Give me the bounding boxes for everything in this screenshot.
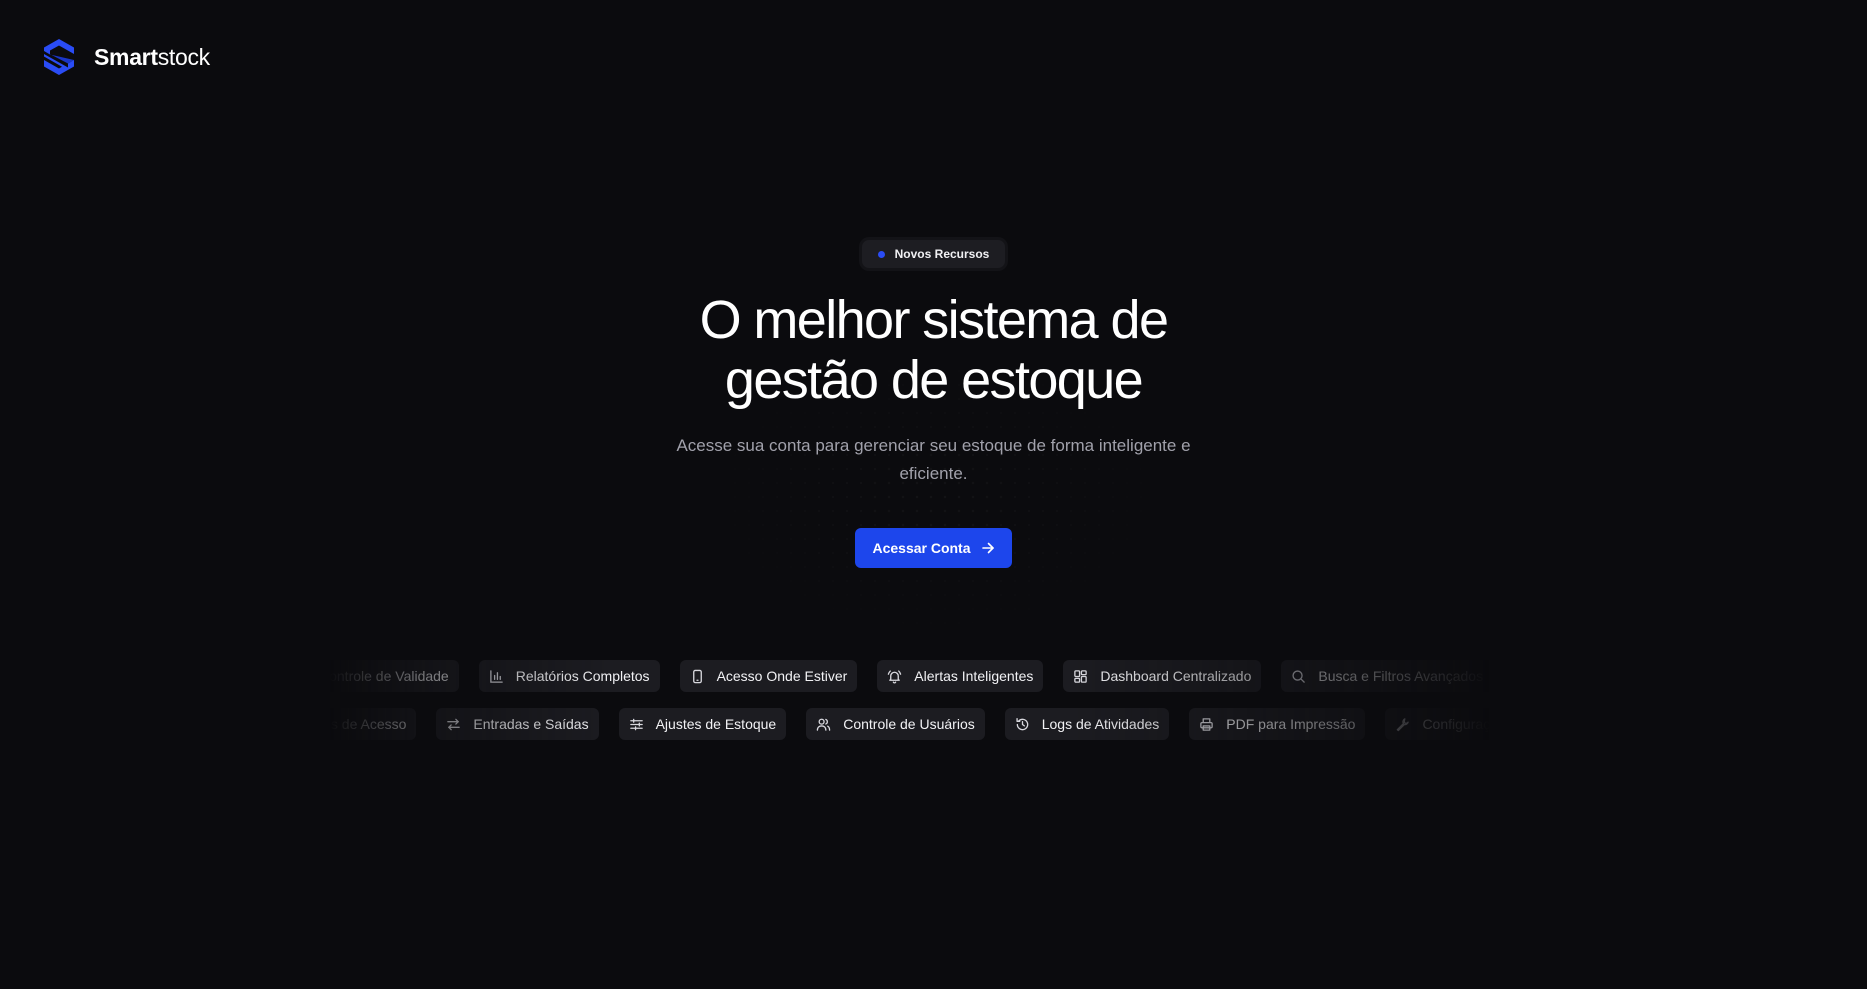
hero-subtitle: Acesse sua conta para gerenciar seu esto… [676, 436, 1191, 483]
arrow-right-icon [981, 541, 995, 555]
features-track-2: Níveis de Acesso Entradas e Saídas Ajust… [330, 708, 1490, 740]
brand-name-strong: Smart [94, 43, 158, 70]
smartphone-icon [690, 669, 705, 684]
hero-headline: O melhor sistema de gestão de estoque [584, 290, 1284, 410]
feature-label: Controle de Validade [330, 668, 449, 684]
feature-label: Níveis de Acesso [330, 716, 407, 732]
cta-label: Acessar Conta [872, 540, 971, 556]
access-account-button[interactable]: Acessar Conta [855, 528, 1012, 568]
hero-section: Novos Recursos O melhor sistema de gestã… [0, 240, 1867, 568]
features-track-1: Controle de Validade Relatórios Completo… [330, 660, 1490, 692]
headline-line-1: O melhor sistema de [699, 290, 1169, 350]
feature-label: Configurações [1422, 716, 1490, 732]
dashboard-icon [1073, 669, 1088, 684]
badge-dot-icon [877, 250, 885, 258]
feature-chip-acesso[interactable]: Acesso Onde Estiver [679, 660, 858, 692]
feature-label: Ajustes de Estoque [655, 716, 777, 732]
smartstock-s-logo-icon [40, 38, 78, 76]
feature-label: Relatórios Completos [515, 668, 650, 684]
feature-chip-alertas[interactable]: Alertas Inteligentes [877, 660, 1044, 692]
feature-chip-logs[interactable]: Logs de Atividades [1004, 708, 1170, 740]
feature-label: Controle de Usuários [843, 716, 975, 732]
feature-chip-configuracoes[interactable]: Configurações [1385, 708, 1490, 740]
features-marquee-row-1: Controle de Validade Relatórios Completo… [330, 660, 1490, 694]
feature-label: Logs de Atividades [1041, 716, 1160, 732]
feature-label: PDF para Impressão [1226, 716, 1356, 732]
feature-chip-relatorios[interactable]: Relatórios Completos [478, 660, 660, 692]
feature-chip-validade[interactable]: Controle de Validade [330, 660, 459, 692]
feature-chip-entradas[interactable]: Entradas e Saídas [436, 708, 599, 740]
printer-icon [1199, 717, 1214, 732]
history-icon [1015, 717, 1030, 732]
feature-chip-ajustes[interactable]: Ajustes de Estoque [618, 708, 787, 740]
users-icon [816, 717, 831, 732]
bar-chart-icon [489, 669, 504, 684]
feature-chip-busca[interactable]: Busca e Filtros Avançados [1281, 660, 1490, 692]
bell-icon [887, 669, 902, 684]
new-features-badge: Novos Recursos [861, 240, 1006, 268]
feature-label: Entradas e Saídas [473, 716, 589, 732]
feature-chip-pdf[interactable]: PDF para Impressão [1189, 708, 1366, 740]
brand-name-light: stock [157, 43, 210, 70]
badge-label: Novos Recursos [894, 247, 990, 261]
sliders-icon [629, 717, 644, 732]
landing-page: Smartstock Novos Recursos O melhor siste… [0, 0, 1867, 989]
feature-chip-niveis[interactable]: Níveis de Acesso [330, 708, 417, 740]
arrows-swap-icon [446, 717, 461, 732]
feature-label: Dashboard Centralizado [1100, 668, 1252, 684]
feature-label: Busca e Filtros Avançados [1318, 668, 1484, 684]
feature-chip-dashboard[interactable]: Dashboard Centralizado [1063, 660, 1262, 692]
feature-label: Acesso Onde Estiver [716, 668, 848, 684]
feature-chip-usuarios[interactable]: Controle de Usuários [806, 708, 985, 740]
feature-label: Alertas Inteligentes [914, 668, 1034, 684]
brand-name: Smartstock [94, 44, 210, 71]
search-icon [1291, 669, 1306, 684]
wrench-icon [1395, 717, 1410, 732]
features-marquee-row-2: Níveis de Acesso Entradas e Saídas Ajust… [330, 708, 1490, 742]
brand-logo[interactable]: Smartstock [40, 38, 210, 76]
headline-line-2: gestão de estoque [724, 350, 1144, 410]
